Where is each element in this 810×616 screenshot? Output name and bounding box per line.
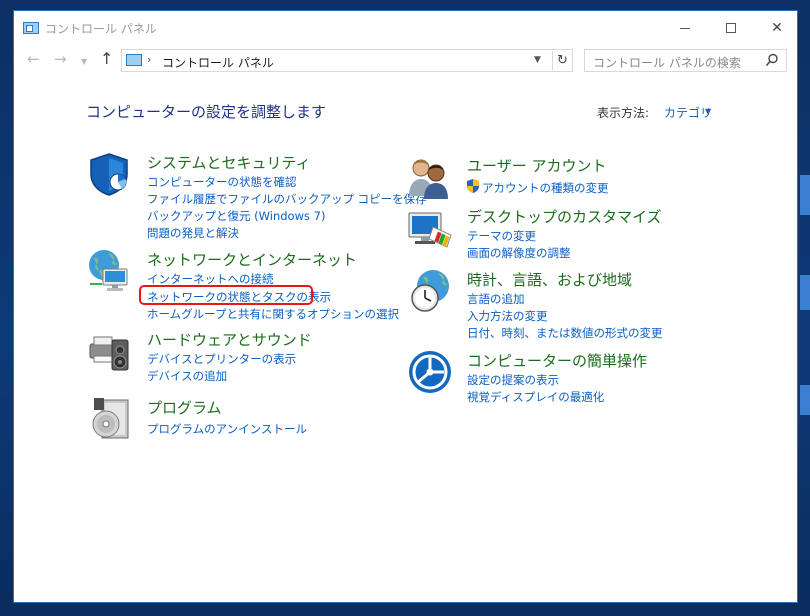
close-button[interactable]: ✕ (754, 11, 800, 45)
program-disc-icon[interactable] (86, 396, 132, 442)
control-panel-icon (126, 54, 142, 66)
link-change-theme[interactable]: テーマの変更 (467, 228, 536, 244)
title-bar[interactable]: コントロール パネル ✕ (14, 11, 797, 45)
link-change-account-type[interactable]: アカウントの種類の変更 (482, 180, 609, 196)
shield-icon[interactable] (86, 151, 132, 197)
desktop-light-streak (800, 385, 810, 415)
category-title[interactable]: 時計、言語、および地域 (467, 269, 632, 290)
search-icon[interactable] (765, 53, 779, 67)
link-devices-printers[interactable]: デバイスとプリンターの表示 (147, 351, 296, 367)
category-title[interactable]: コンピューターの簡単操作 (467, 350, 647, 371)
link-troubleshoot[interactable]: 問題の発見と解決 (147, 225, 239, 241)
link-add-language[interactable]: 言語の追加 (467, 291, 525, 307)
forward-button[interactable]: → (54, 51, 67, 67)
breadcrumb[interactable]: コントロール パネル (162, 54, 274, 71)
breadcrumb-separator-icon[interactable]: › (147, 53, 151, 66)
desktop-light-streak (800, 175, 810, 215)
monitor-palette-icon[interactable] (407, 205, 453, 251)
printer-speaker-icon[interactable] (86, 328, 132, 374)
category-title[interactable]: ネットワークとインターネット (147, 249, 357, 270)
chevron-down-icon[interactable]: ▼ (705, 107, 711, 116)
back-button[interactable]: ← (27, 51, 40, 67)
link-homegroup-sharing[interactable]: ホームグループと共有に関するオプションの選択 (147, 306, 399, 322)
category-title[interactable]: デスクトップのカスタマイズ (467, 206, 662, 227)
maximize-icon (726, 23, 736, 33)
recent-locations-chevron-icon[interactable]: ▼ (81, 54, 87, 70)
accessibility-icon[interactable] (407, 349, 453, 395)
link-check-computer-status[interactable]: コンピューターの状態を確認 (147, 174, 297, 190)
address-bar[interactable]: › コントロール パネル ▼ ↻ (121, 49, 573, 72)
link-uninstall-program[interactable]: プログラムのアンインストール (147, 421, 307, 437)
maximize-button[interactable] (708, 11, 754, 45)
minimize-icon (680, 27, 690, 29)
desktop-light-streak (800, 275, 810, 310)
category-title[interactable]: ユーザー アカウント (467, 155, 606, 176)
refresh-button[interactable]: ↻ (552, 51, 572, 70)
up-button[interactable]: ↑ (100, 51, 113, 67)
view-by-label: 表示方法: (597, 106, 650, 120)
category-title[interactable]: プログラム (147, 397, 222, 418)
link-change-input-method[interactable]: 入力方法の変更 (467, 308, 548, 324)
window-title: コントロール パネル (45, 22, 157, 36)
highlight-annotation (139, 285, 313, 305)
control-panel-window: コントロール パネル ✕ ← → ▼ ↑ › コントロール パネル ▼ ↻ コン… (13, 10, 798, 603)
category-title[interactable]: ハードウェアとサウンド (147, 329, 312, 350)
navigation-bar: ← → ▼ ↑ › コントロール パネル ▼ ↻ コントロール パネルの検索 (14, 45, 797, 75)
link-optimize-visual-display[interactable]: 視覚ディスプレイの最適化 (467, 389, 604, 405)
link-change-date-time-format[interactable]: 日付、時刻、または数値の形式の変更 (467, 325, 663, 341)
users-icon[interactable] (407, 154, 453, 200)
search-input[interactable]: コントロール パネルの検索 (584, 49, 787, 72)
control-panel-icon (23, 22, 39, 34)
minimize-button[interactable] (662, 11, 708, 45)
search-placeholder: コントロール パネルの検索 (593, 56, 741, 70)
link-adjust-resolution[interactable]: 画面の解像度の調整 (467, 245, 571, 261)
link-add-device[interactable]: デバイスの追加 (147, 368, 227, 384)
category-title[interactable]: システムとセキュリティ (147, 152, 311, 173)
link-file-history-backup[interactable]: ファイル履歴でファイルのバックアップ コピーを保存 (147, 191, 427, 207)
link-backup-restore[interactable]: バックアップと復元 (Windows 7) (147, 208, 325, 224)
globe-clock-icon[interactable] (407, 268, 453, 314)
link-get-recommendations[interactable]: 設定の提案の表示 (467, 372, 559, 388)
network-globe-icon[interactable] (86, 248, 132, 294)
address-dropdown-chevron-icon[interactable]: ▼ (534, 55, 541, 65)
uac-shield-icon (467, 179, 479, 193)
page-title: コンピューターの設定を調整します (86, 103, 327, 121)
close-icon: ✕ (771, 20, 783, 36)
